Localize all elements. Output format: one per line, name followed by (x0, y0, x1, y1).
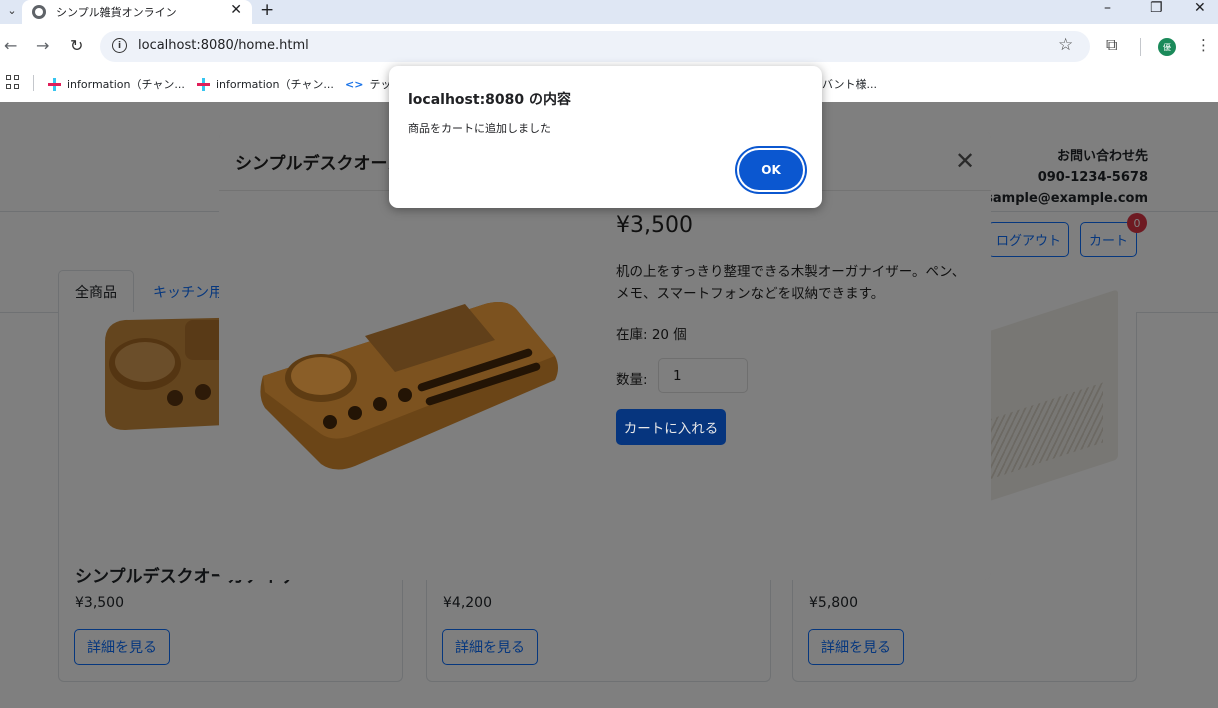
bookmark-star-icon[interactable]: ☆ (1058, 35, 1073, 55)
url-text[interactable]: localhost:8080/home.html (138, 38, 309, 53)
extensions-icon[interactable]: ⧉ (1106, 35, 1117, 55)
alert-ok-button[interactable]: OK (739, 150, 803, 190)
modal-description: 机の上をすっきり整理できる木製オーガナイザー。ペン、メモ、スマートフォンなどを収… (616, 264, 966, 302)
modal-price: ¥3,500 (616, 213, 693, 238)
restore-icon[interactable]: ❐ (1150, 0, 1163, 16)
alert-dialog: localhost:8080 の内容 商品をカートに追加しました OK (389, 66, 822, 208)
forward-icon[interactable]: → (36, 36, 49, 55)
quantity-label: 数量: (616, 372, 648, 388)
bookmark-item[interactable]: バント様... (822, 76, 877, 92)
slack-icon (197, 77, 210, 91)
profile-avatar[interactable]: 優 (1158, 38, 1176, 56)
bookmarks-divider (33, 75, 34, 91)
code-icon: <> (345, 77, 364, 91)
apps-grid-icon[interactable] (6, 75, 20, 89)
tab-close-icon[interactable]: ✕ (230, 2, 242, 18)
alert-title: localhost:8080 の内容 (408, 92, 572, 108)
tab-search-icon[interactable]: ⌄ (2, 0, 22, 20)
modal-stock: 在庫: 20 個 (616, 327, 687, 343)
toolbar-divider (1140, 38, 1141, 56)
quantity-input[interactable]: 1 (658, 358, 748, 393)
modal-close-icon[interactable]: ✕ (955, 147, 975, 175)
new-tab-button[interactable]: + (260, 0, 274, 20)
more-menu-icon[interactable]: ⋮ (1196, 36, 1211, 54)
site-info-icon[interactable]: i (112, 38, 127, 53)
tab-title: シンプル雑貨オンライン (56, 6, 177, 19)
reload-icon[interactable]: ↻ (70, 36, 83, 55)
back-icon[interactable]: ← (4, 36, 17, 55)
bookmark-item[interactable]: information（チャン... (48, 76, 185, 92)
add-to-cart-button[interactable]: カートに入れる (616, 409, 726, 445)
alert-message: 商品をカートに追加しました (408, 122, 551, 135)
slack-icon (48, 77, 61, 91)
modal-product-image (260, 302, 558, 470)
bookmark-item[interactable]: information（チャン... (197, 76, 334, 92)
globe-icon (32, 5, 46, 19)
browser-tab[interactable]: シンプル雑貨オンライン ✕ (22, 0, 252, 24)
window-close-icon[interactable]: ✕ (1194, 0, 1206, 16)
minimize-icon[interactable]: – (1104, 0, 1111, 16)
